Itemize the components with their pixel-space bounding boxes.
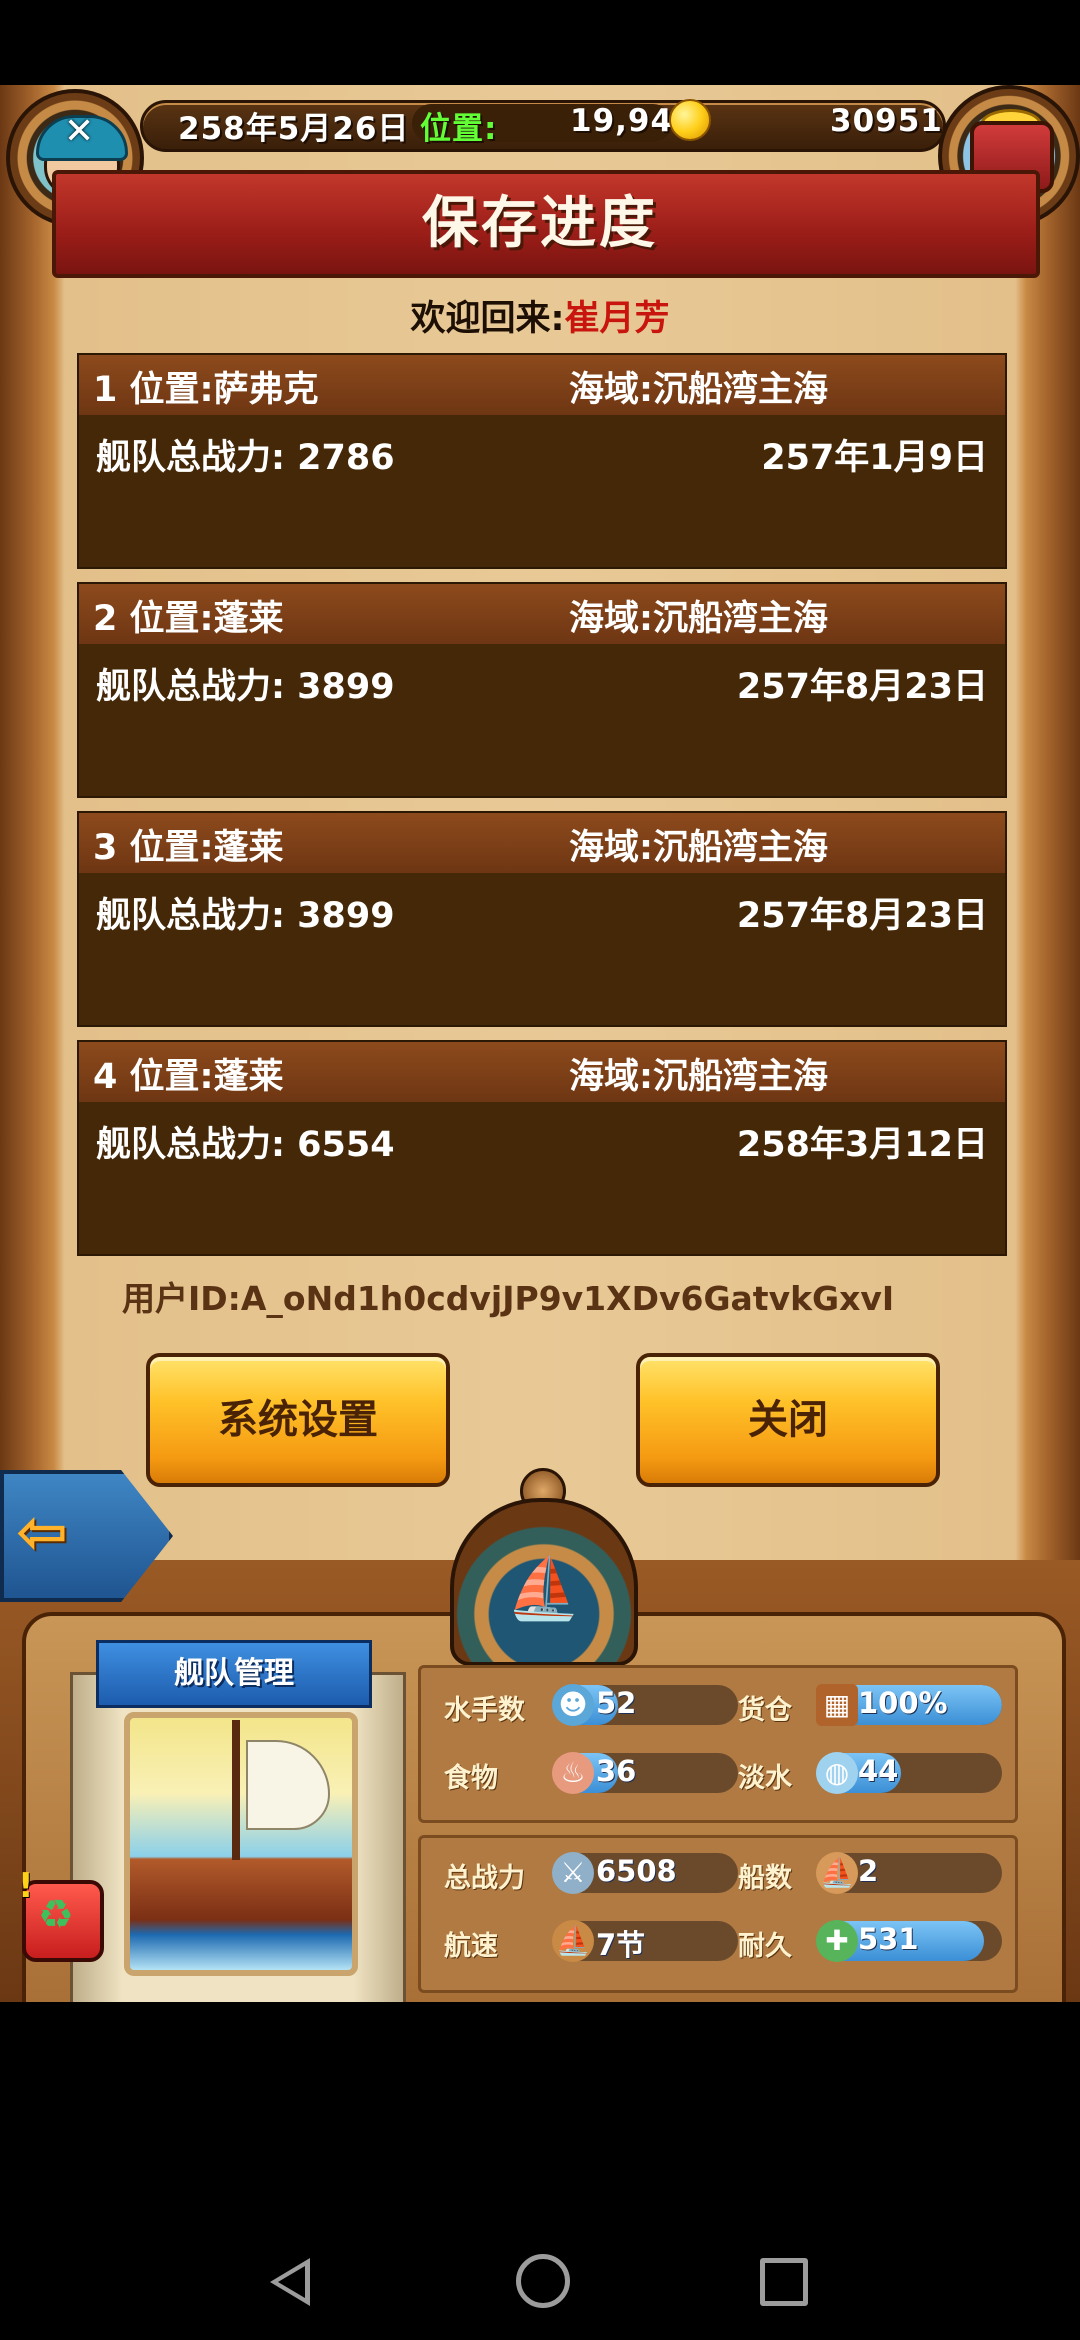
meat-icon: ♨ bbox=[552, 1752, 594, 1794]
slot-sea: 海域:沉船湾主海 bbox=[569, 370, 828, 410]
sailor-icon: ☻ bbox=[552, 1684, 594, 1726]
player-name: 崔月芳 bbox=[564, 299, 670, 339]
cargo-label: 货仓 bbox=[738, 1695, 792, 1726]
durability-label: 耐久 bbox=[738, 1931, 792, 1962]
slot-location: 2 位置:蓬莱 bbox=[93, 599, 284, 639]
close-button[interactable]: 关闭 bbox=[636, 1353, 940, 1487]
slot-power: 舰队总战力: 3899 bbox=[96, 896, 395, 936]
skull-x-icon: ✕ bbox=[64, 111, 95, 152]
sail-ship-icon: ⛵ bbox=[506, 1554, 581, 1624]
dialog-title: 保存进度 bbox=[422, 191, 658, 256]
ship-count-icon: ⛵ bbox=[816, 1852, 858, 1894]
slot-power: 舰队总战力: 2786 bbox=[96, 438, 395, 478]
food-value: 36 bbox=[596, 1754, 637, 1788]
system-settings-button[interactable]: 系统设置 bbox=[146, 1353, 450, 1487]
speed-label: 航速 bbox=[444, 1931, 498, 1962]
slot-date: 257年8月23日 bbox=[736, 896, 988, 936]
nav-back-icon-inner bbox=[278, 2266, 305, 2298]
slot-location: 3 位置:蓬莱 bbox=[93, 828, 284, 868]
slot-date: 257年8月23日 bbox=[736, 667, 988, 707]
nav-recents-icon[interactable] bbox=[760, 2258, 808, 2306]
slot-power: 舰队总战力: 3899 bbox=[96, 667, 395, 707]
ships-label: 船数 bbox=[738, 1863, 792, 1894]
nav-home-icon[interactable] bbox=[516, 2254, 570, 2308]
power-label: 总战力 bbox=[444, 1863, 525, 1894]
game-date: 258年5月26日 bbox=[178, 111, 410, 147]
power-value: 6508 bbox=[596, 1854, 677, 1888]
save-slot-3[interactable]: 3 位置:蓬莱 海域:沉船湾主海 舰队总战力: 3899 257年8月23日 bbox=[77, 811, 1007, 1027]
welcome-prefix: 欢迎回来: bbox=[410, 299, 565, 339]
back-arrow-icon: ⇦ bbox=[16, 1495, 68, 1568]
welcome-line: 欢迎回来:崔月芳 bbox=[0, 290, 1080, 341]
sailors-label: 水手数 bbox=[444, 1695, 525, 1726]
user-id: 用户ID:A_oNd1h0cdvjJP9v1XDv6GatvkGxvI bbox=[122, 1279, 895, 1318]
save-slot-1[interactable]: 1 位置:萨弗克 海域:沉船湾主海 舰队总战力: 2786 257年1月9日 bbox=[77, 353, 1007, 569]
crossed-swords-icon: ⚔ bbox=[552, 1852, 594, 1894]
slot-sea: 海域:沉船湾主海 bbox=[569, 828, 828, 868]
alert-icon: ! bbox=[18, 1866, 34, 1906]
speed-value: 7节 bbox=[596, 1928, 646, 1962]
food-label: 食物 bbox=[444, 1763, 498, 1794]
save-slot-2[interactable]: 2 位置:蓬莱 海域:沉船湾主海 舰队总战力: 3899 257年8月23日 bbox=[77, 582, 1007, 798]
slot-location: 4 位置:蓬莱 bbox=[93, 1057, 284, 1097]
gold-value: 30951 bbox=[830, 103, 943, 139]
fleet-ship-image[interactable] bbox=[124, 1712, 358, 1976]
sailboat-speed-icon: ⛵ bbox=[552, 1920, 594, 1962]
cargo-crate-icon: ▦ bbox=[816, 1684, 858, 1726]
repair-icon: ✚ bbox=[816, 1920, 858, 1962]
durability-value: 531 bbox=[858, 1922, 919, 1956]
ship-refresh-icon: ♻ bbox=[38, 1892, 74, 1938]
slot-location: 1 位置:萨弗克 bbox=[93, 370, 319, 410]
save-slot-4[interactable]: 4 位置:蓬莱 海域:沉船湾主海 舰队总战力: 6554 258年3月12日 bbox=[77, 1040, 1007, 1256]
location-label: 位置: bbox=[420, 111, 498, 147]
cargo-value: 100% bbox=[858, 1686, 948, 1720]
slot-sea: 海域:沉船湾主海 bbox=[569, 1057, 828, 1097]
sailors-value: 52 bbox=[596, 1686, 637, 1720]
fleet-management-tag[interactable]: 舰队管理 bbox=[96, 1640, 372, 1708]
coords-value: 19,94 bbox=[570, 103, 674, 139]
ships-value: 2 bbox=[858, 1854, 879, 1888]
ship-mast bbox=[232, 1720, 240, 1860]
game-area: 258年5月26日 位置: 19,94 30951 ✕ 保存进度 欢迎回来:崔月… bbox=[0, 85, 1080, 2010]
slot-sea: 海域:沉船湾主海 bbox=[569, 599, 828, 639]
slot-date: 257年1月9日 bbox=[761, 438, 988, 478]
slot-power: 舰队总战力: 6554 bbox=[96, 1125, 395, 1165]
water-label: 淡水 bbox=[738, 1763, 792, 1794]
water-jug-icon: ◍ bbox=[816, 1752, 858, 1794]
slot-date: 258年3月12日 bbox=[736, 1125, 988, 1165]
coin-icon bbox=[669, 99, 711, 141]
water-value: 44 bbox=[858, 1754, 899, 1788]
